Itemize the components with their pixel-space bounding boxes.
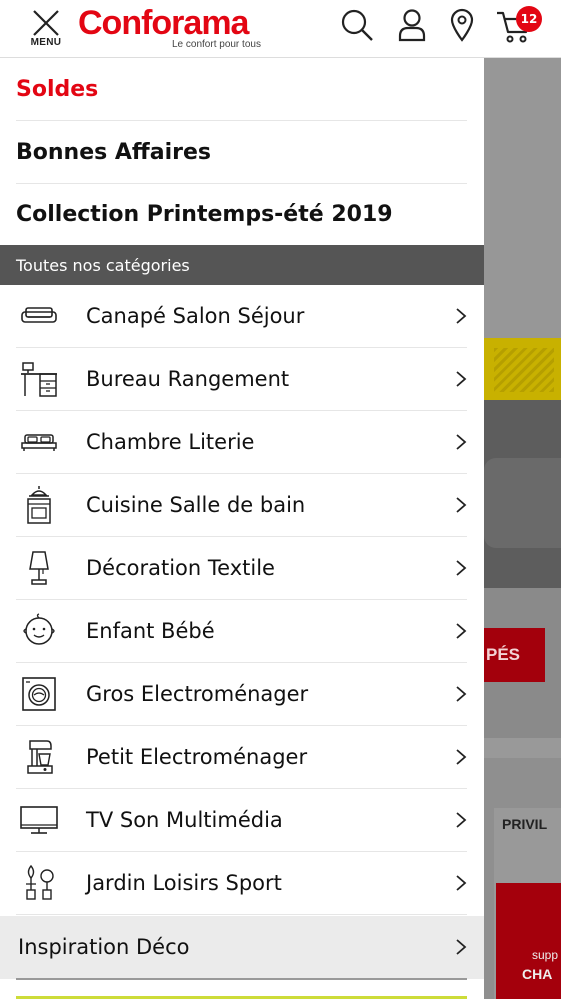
- search-button[interactable]: [337, 8, 377, 46]
- category-item-bureau[interactable]: Bureau Rangement: [0, 348, 484, 411]
- menu-label: MENU: [30, 37, 62, 48]
- chevron-right-icon: [456, 749, 467, 765]
- category-label: TV Son Multimédia: [86, 808, 283, 832]
- garden-tools-icon: [26, 864, 54, 900]
- chevron-right-icon: [456, 686, 467, 702]
- category-label: Jardin Loisirs Sport: [86, 871, 282, 895]
- search-icon: [341, 9, 373, 41]
- bed-icon: [21, 434, 57, 451]
- menu-item-inspiration-deco[interactable]: Inspiration Déco: [0, 916, 484, 979]
- category-item-tv[interactable]: TV Son Multimédia: [0, 789, 484, 852]
- navigation-drawer: Soldes Bonnes Affaires Collection Printe…: [0, 58, 484, 999]
- background-divider: [484, 738, 561, 758]
- background-cta-button: PÉS: [484, 628, 545, 682]
- divider: [16, 978, 467, 980]
- inspiration-label: Inspiration Déco: [18, 935, 190, 959]
- background-sofa-cushion: [484, 458, 561, 548]
- page-overlay[interactable]: PÉS PRIVIL supp CHA: [484, 58, 561, 999]
- store-locator-button[interactable]: [442, 8, 482, 46]
- top-header: MENU Conforama Le confort pour tous 12: [0, 0, 561, 58]
- category-label: Gros Electroménager: [86, 682, 309, 706]
- logo-tagline: Le confort pour tous: [172, 39, 261, 50]
- menu-item-collection[interactable]: Collection Printemps-été 2019: [16, 184, 467, 245]
- category-label: Décoration Textile: [86, 556, 275, 580]
- chevron-right-icon: [456, 875, 467, 891]
- cart-count-badge: 12: [516, 6, 542, 32]
- categories-section-title: Toutes nos catégories: [16, 255, 190, 275]
- tv-icon: [20, 806, 58, 834]
- logo-wordmark: Conforama: [78, 4, 249, 42]
- chevron-right-icon: [456, 308, 467, 324]
- background-card-text-1: supp: [532, 948, 559, 962]
- chevron-right-icon: [456, 623, 467, 639]
- category-label: Chambre Literie: [86, 430, 255, 454]
- category-item-petit-electromenager[interactable]: Petit Electroménager: [0, 726, 484, 789]
- chevron-right-icon: [456, 371, 467, 387]
- cart-button[interactable]: 12: [494, 6, 542, 46]
- category-item-canape[interactable]: Canapé Salon Séjour: [0, 285, 484, 348]
- background-banner: [484, 58, 561, 338]
- mixer-icon: [27, 740, 53, 774]
- category-label: Cuisine Salle de bain: [86, 493, 306, 517]
- menu-item-soldes[interactable]: Soldes: [16, 58, 467, 121]
- desk-icon: [21, 362, 57, 397]
- background-card-title: PRIVIL: [502, 816, 548, 832]
- lamp-icon: [29, 551, 49, 585]
- chevron-right-icon: [456, 812, 467, 828]
- category-item-jardin[interactable]: Jardin Loisirs Sport: [0, 852, 484, 915]
- category-item-enfant[interactable]: Enfant Bébé: [0, 600, 484, 663]
- category-item-gros-electromenager[interactable]: Gros Electroménager: [0, 663, 484, 726]
- category-label: Petit Electroménager: [86, 745, 308, 769]
- category-item-chambre[interactable]: Chambre Literie: [0, 411, 484, 474]
- user-icon: [398, 9, 426, 42]
- chevron-right-icon: [456, 497, 467, 513]
- stove-icon: [27, 486, 51, 524]
- background-stripes: [494, 348, 554, 392]
- baby-face-icon: [23, 613, 55, 645]
- menu-item-bonnes-affaires[interactable]: Bonnes Affaires: [16, 121, 467, 184]
- washing-machine-icon: [22, 677, 56, 711]
- close-icon: [33, 10, 59, 36]
- account-button[interactable]: [392, 8, 432, 46]
- category-label: Enfant Bébé: [86, 619, 215, 643]
- location-pin-icon: [450, 8, 474, 42]
- background-card-text-2: CHA: [522, 966, 553, 982]
- category-label: Canapé Salon Séjour: [86, 304, 305, 328]
- menu-close-button[interactable]: MENU: [26, 6, 66, 54]
- conforama-logo[interactable]: Conforama Le confort pour tous: [78, 6, 278, 54]
- chevron-right-icon: [456, 434, 467, 450]
- category-item-cuisine[interactable]: Cuisine Salle de bain: [0, 474, 484, 537]
- category-label: Bureau Rangement: [86, 367, 290, 391]
- chevron-right-icon: [456, 560, 467, 576]
- category-item-decoration[interactable]: Décoration Textile: [0, 537, 484, 600]
- chevron-right-icon: [456, 939, 467, 955]
- categories-section-header: Toutes nos catégories: [0, 245, 484, 285]
- background-cta-text: PÉS: [486, 645, 521, 664]
- sofa-icon: [21, 307, 57, 323]
